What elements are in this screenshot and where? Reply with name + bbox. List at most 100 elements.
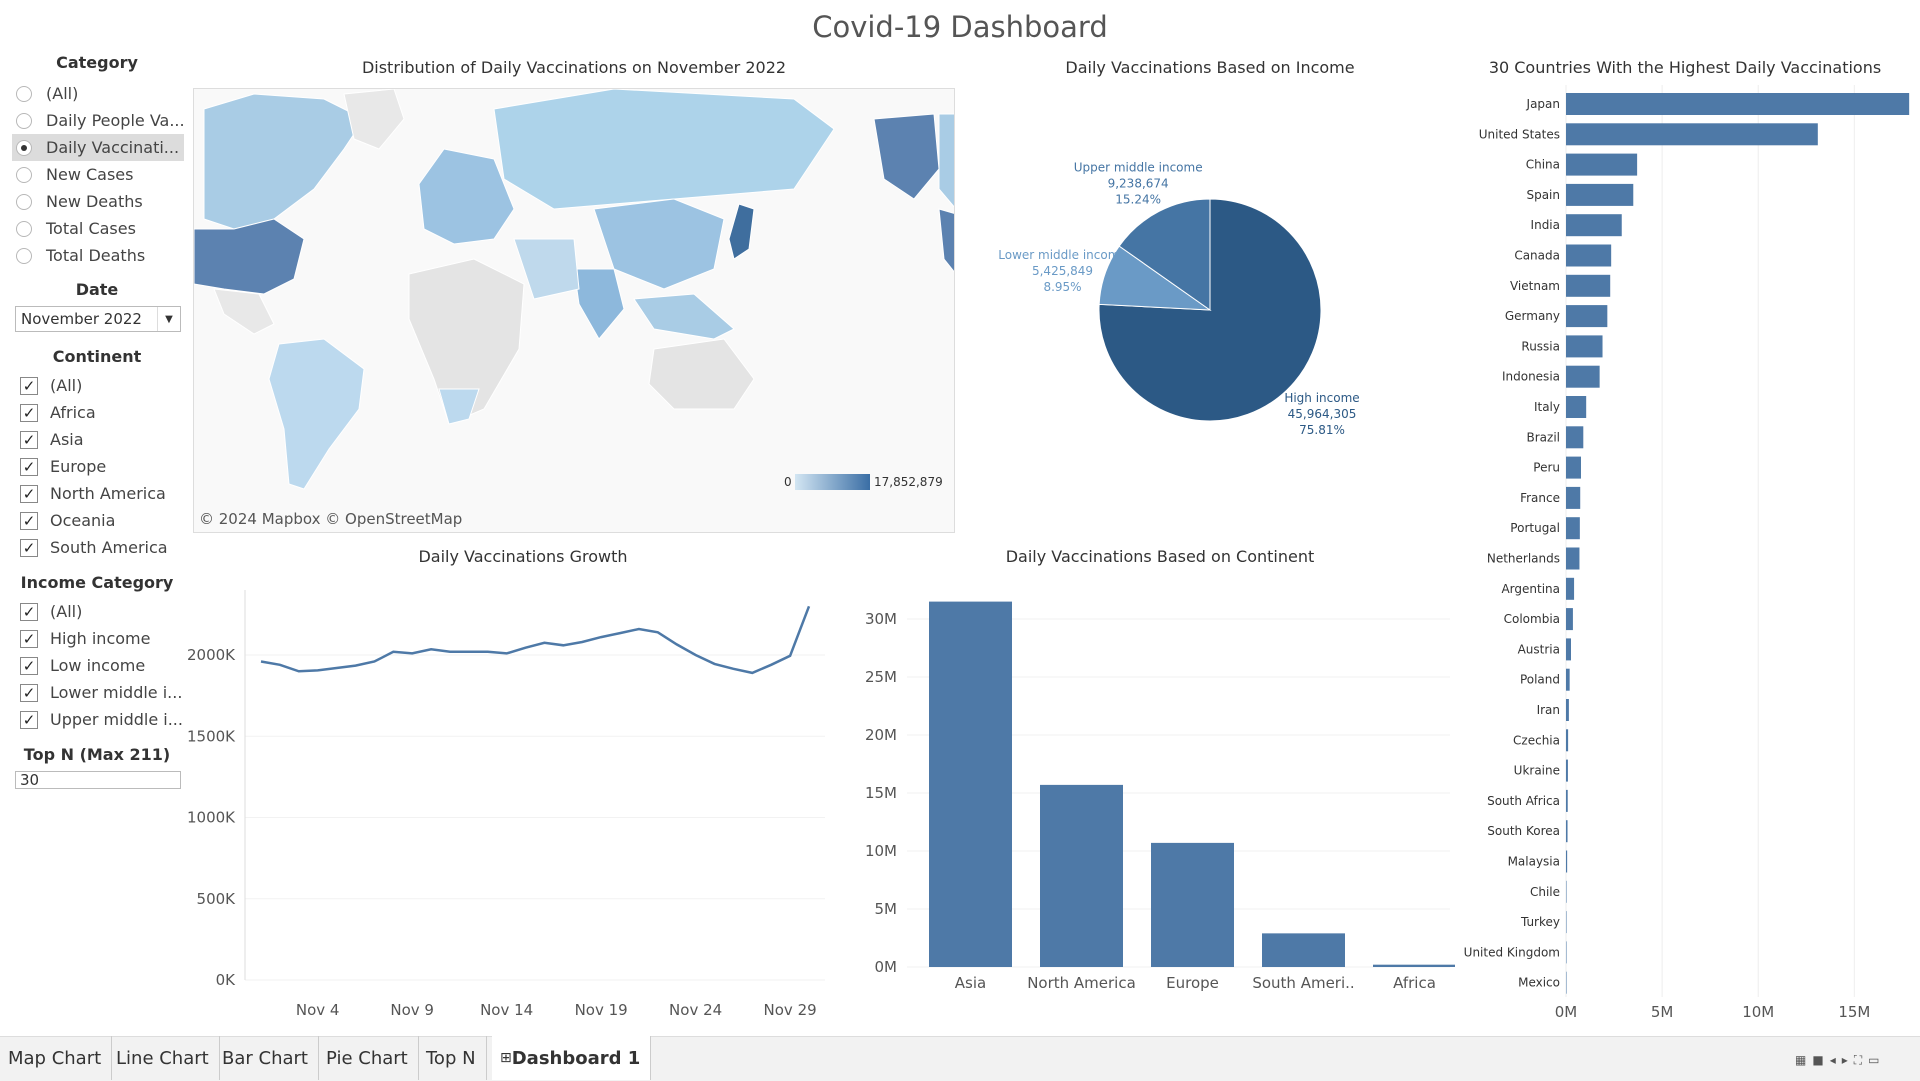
checkbox-checked-icon[interactable]: ✓ xyxy=(20,710,38,729)
radio-icon[interactable] xyxy=(16,166,32,183)
category-option[interactable]: New Cases xyxy=(16,161,184,188)
chevron-down-icon[interactable]: ▼ xyxy=(157,307,180,331)
radio-icon[interactable] xyxy=(16,220,32,237)
topn-bar[interactable] xyxy=(1566,153,1638,176)
category-filter-title: Category xyxy=(56,53,138,72)
continent-option[interactable]: ✓ Africa xyxy=(20,399,188,426)
topn-bar[interactable] xyxy=(1566,911,1567,934)
fullscreen-icon[interactable]: ⛶ xyxy=(1854,1053,1868,1067)
continent-option[interactable]: ✓ Europe xyxy=(20,453,188,480)
sheet-tab[interactable]: Pie Chart xyxy=(318,1036,419,1080)
topn-bar-chart[interactable]: 0M 5M 10M 15M Japan United States China Spain In… xyxy=(1450,85,1920,1030)
topn-bar[interactable] xyxy=(1566,971,1567,994)
topn-bar[interactable] xyxy=(1566,699,1569,721)
checkbox-checked-icon[interactable]: ✓ xyxy=(20,538,38,557)
world-map[interactable] xyxy=(193,88,955,533)
income-option[interactable]: ✓ Lower middle i... xyxy=(20,679,188,706)
continent-option[interactable]: ✓ South America xyxy=(20,534,188,561)
continent-option[interactable]: ✓ (All) xyxy=(20,372,188,399)
income-option-label: High income xyxy=(50,629,151,648)
topn-bar[interactable] xyxy=(1566,820,1568,843)
checkbox-checked-icon[interactable]: ✓ xyxy=(20,403,38,422)
topn-bar[interactable] xyxy=(1566,456,1581,479)
topn-bar[interactable] xyxy=(1566,850,1568,873)
category-option[interactable]: New Deaths xyxy=(16,188,184,215)
radio-icon[interactable] xyxy=(16,247,32,264)
sheet-tab[interactable]: Line Chart xyxy=(108,1036,220,1080)
checkbox-checked-icon[interactable]: ✓ xyxy=(20,457,38,476)
next-arrow-icon[interactable]: ▸ xyxy=(1842,1053,1854,1067)
continent-option[interactable]: ✓ Oceania xyxy=(20,507,188,534)
radio-icon[interactable] xyxy=(16,193,32,210)
continent-bar[interactable] xyxy=(1373,964,1455,967)
topn-bar[interactable] xyxy=(1566,244,1612,267)
topn-bar[interactable] xyxy=(1566,547,1580,570)
topn-country-label: Netherlands xyxy=(1487,552,1560,566)
topn-bar[interactable] xyxy=(1566,335,1603,358)
map-credit[interactable]: © 2024 Mapbox © OpenStreetMap xyxy=(199,510,462,528)
topn-bar[interactable] xyxy=(1566,729,1569,752)
continent-option[interactable]: ✓ North America xyxy=(20,480,188,507)
income-option[interactable]: ✓ Upper middle i... xyxy=(20,706,188,733)
topn-bar[interactable] xyxy=(1566,517,1580,540)
radio-icon[interactable] xyxy=(16,85,32,102)
topn-bar[interactable] xyxy=(1566,365,1600,388)
topn-bar[interactable] xyxy=(1566,577,1575,600)
continent-bar[interactable] xyxy=(1151,842,1234,967)
topn-bar[interactable] xyxy=(1566,183,1634,206)
category-option[interactable]: Daily Vaccinati... xyxy=(12,134,184,161)
line-chart[interactable]: 0K 500K 1000K 1500K 2000K Nov 4 Nov 9 Nov 14 Nov… xyxy=(185,570,855,1030)
checkbox-checked-icon[interactable]: ✓ xyxy=(20,511,38,530)
income-option[interactable]: ✓ Low income xyxy=(20,652,188,679)
topn-country-label: Vietnam xyxy=(1510,279,1560,293)
checkbox-checked-icon[interactable]: ✓ xyxy=(20,656,38,675)
category-option[interactable]: (All) xyxy=(16,80,184,107)
topn-bar[interactable] xyxy=(1566,274,1611,297)
continent-option[interactable]: ✓ Asia xyxy=(20,426,188,453)
sheet-tab[interactable]: Bar Chart xyxy=(214,1036,319,1080)
date-dropdown[interactable]: November 2022 ▼ xyxy=(15,306,181,332)
topn-bar[interactable] xyxy=(1566,93,1910,115)
present-icon[interactable]: ▭ xyxy=(1868,1053,1885,1067)
topn-bar[interactable] xyxy=(1566,486,1581,509)
sheet-tab[interactable]: Map Chart xyxy=(0,1036,113,1080)
radio-icon[interactable] xyxy=(16,112,32,129)
checkbox-checked-icon[interactable]: ✓ xyxy=(20,376,38,395)
topn-bar[interactable] xyxy=(1566,638,1571,661)
topn-bar[interactable] xyxy=(1566,941,1567,964)
checkbox-checked-icon[interactable]: ✓ xyxy=(20,602,38,621)
list-view-icon[interactable]: ■ xyxy=(1812,1053,1829,1067)
continent-bar[interactable] xyxy=(1040,784,1123,967)
sheet-tab[interactable]: Top N xyxy=(418,1036,487,1080)
sheet-tab[interactable]: ⊞ Dashboard 1 xyxy=(492,1036,652,1080)
checkbox-checked-icon[interactable]: ✓ xyxy=(20,629,38,648)
income-option[interactable]: ✓ (All) xyxy=(20,598,188,625)
prev-arrow-icon[interactable]: ◂ xyxy=(1830,1053,1842,1067)
category-option[interactable]: Daily People Va... xyxy=(16,107,184,134)
income-option[interactable]: ✓ High income xyxy=(20,625,188,652)
continent-bar-chart[interactable]: 0M 5M 10M 15M 20M 25M 30M Asia North America Euro… xyxy=(855,570,1455,1030)
topn-bar[interactable] xyxy=(1566,668,1570,691)
topn-bar[interactable] xyxy=(1566,880,1567,903)
radio-selected-icon[interactable] xyxy=(16,139,32,156)
category-option[interactable]: Total Cases xyxy=(16,215,184,242)
checkbox-checked-icon[interactable]: ✓ xyxy=(20,484,38,503)
pie-chart[interactable]: High income 45,964,305 75.81% Lower middle … xyxy=(960,80,1430,480)
checkbox-checked-icon[interactable]: ✓ xyxy=(20,683,38,702)
grid-view-icon[interactable]: ▦ xyxy=(1795,1053,1812,1067)
continent-bar[interactable] xyxy=(929,601,1012,967)
category-option[interactable]: Total Deaths xyxy=(16,242,184,269)
checkbox-checked-icon[interactable]: ✓ xyxy=(20,430,38,449)
topn-bar[interactable] xyxy=(1566,789,1568,812)
topn-bar[interactable] xyxy=(1566,123,1818,146)
line-series[interactable] xyxy=(260,605,811,675)
view-controls[interactable]: ▦■◂▸⛶▭ xyxy=(1795,1053,1886,1068)
topn-bar[interactable] xyxy=(1566,759,1568,782)
topn-bar[interactable] xyxy=(1566,214,1622,237)
topn-input[interactable]: 30 xyxy=(15,771,181,789)
topn-bar[interactable] xyxy=(1566,305,1608,328)
topn-bar[interactable] xyxy=(1566,426,1584,449)
topn-bar[interactable] xyxy=(1566,608,1573,631)
continent-bar[interactable] xyxy=(1262,933,1345,967)
topn-bar[interactable] xyxy=(1566,396,1587,418)
